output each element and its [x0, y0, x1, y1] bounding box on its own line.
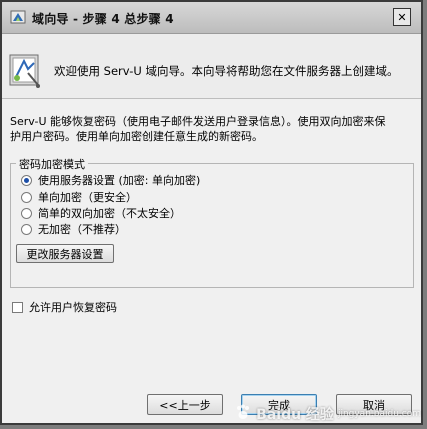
encryption-mode-group: 密码加密模式 使用服务器设置 (加密: 单向加密) 单向加密（更安全） 简单的双… [10, 156, 414, 288]
radio-server-settings[interactable]: 使用服务器设置 (加密: 单向加密) [21, 173, 200, 187]
watermark-url: jingyan.baidu.com [337, 409, 421, 419]
allow-recovery-label: 允许用户恢复密码 [29, 301, 117, 314]
allow-recovery-checkbox[interactable] [12, 301, 23, 313]
close-icon: ✕ [397, 10, 407, 24]
radio-label: 简单的双向加密（不太安全） [38, 207, 181, 220]
description-line-2: 护用户密码。使用单向加密创建任意生成的新密码。 [10, 130, 263, 143]
wizard-app-icon [10, 9, 26, 25]
change-server-settings-button[interactable]: 更改服务器设置 [16, 244, 114, 263]
recovery-description: Serv-U 能够恢复密码（使用电子邮件发送用户登录信息）。使用双向加密来保 护… [10, 114, 415, 144]
encryption-mode-legend: 密码加密模式 [16, 156, 88, 172]
baidu-watermark: Baidu 经验 jingyan.baidu.com [234, 399, 421, 429]
wizard-banner: 欢迎使用 Serv-U 域向导。本向导将帮助您在文件服务器上创建域。 [2, 34, 421, 99]
radio-two-way[interactable]: 简单的双向加密（不太安全） [21, 206, 181, 220]
window-title: 域向导 - 步骤 4 总步骤 4 [32, 12, 174, 26]
title-bar[interactable]: 域向导 - 步骤 4 总步骤 4 ✕ [2, 2, 421, 34]
radio-one-way[interactable]: 单向加密（更安全） [21, 190, 137, 204]
radio-label: 无加密（不推荐） [38, 223, 126, 236]
banner-welcome-text: 欢迎使用 Serv-U 域向导。本向导将帮助您在文件服务器上创建域。 [54, 64, 399, 78]
radio-button[interactable] [21, 223, 32, 235]
close-button[interactable]: ✕ [393, 8, 411, 26]
description-line-1: Serv-U 能够恢复密码（使用电子邮件发送用户登录信息）。使用双向加密来保 [10, 115, 386, 128]
radio-button-selected[interactable] [21, 174, 32, 186]
wizard-banner-icon [8, 51, 42, 89]
radio-no-encryption[interactable]: 无加密（不推荐） [21, 222, 126, 236]
radio-label: 使用服务器设置 (加密: 单向加密) [38, 174, 201, 187]
domain-wizard-dialog: 域向导 - 步骤 4 总步骤 4 ✕ 欢迎使用 Serv-U 域向导。本向导将帮… [0, 0, 423, 425]
radio-label: 单向加密（更安全） [38, 191, 137, 204]
watermark-text: Baidu 经验 [256, 407, 334, 423]
baidu-paw-icon [234, 403, 252, 425]
allow-password-recovery[interactable]: 允许用户恢复密码 [12, 299, 117, 315]
radio-button[interactable] [21, 207, 32, 219]
radio-button[interactable] [21, 191, 32, 203]
back-button[interactable]: <<上一步 [147, 394, 223, 415]
